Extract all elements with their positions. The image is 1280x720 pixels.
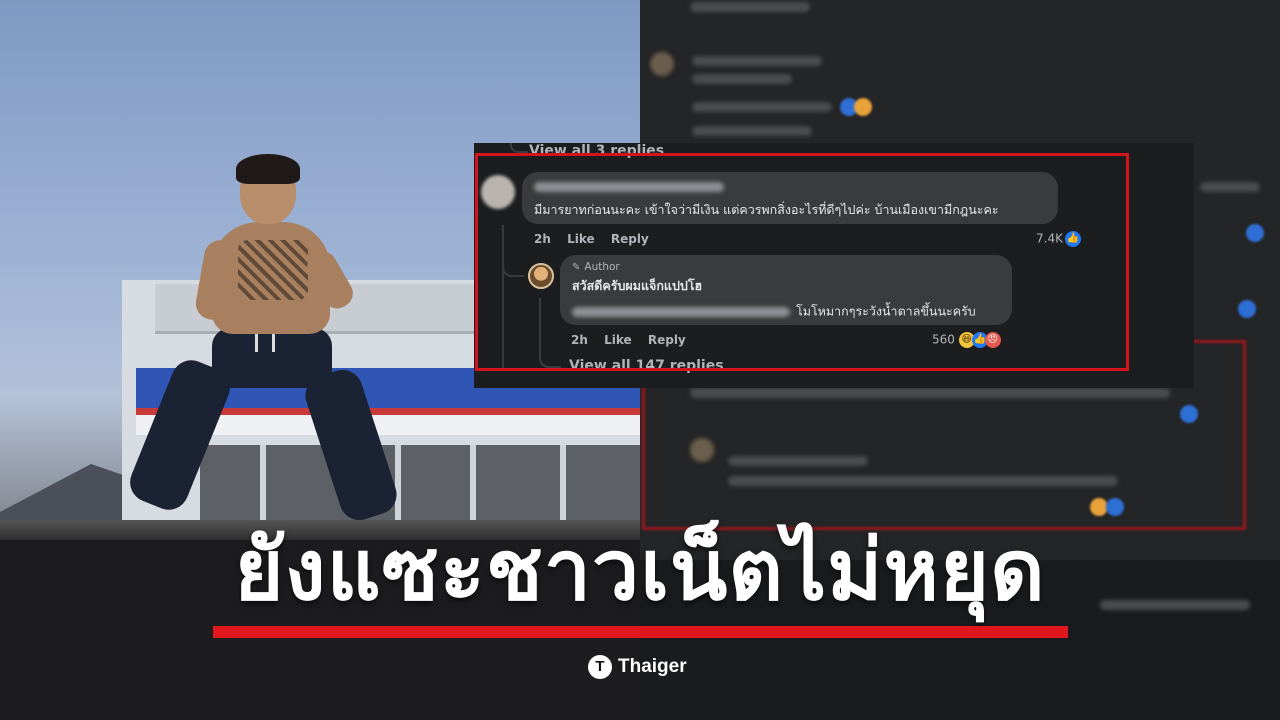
blurred-reaction [1246,224,1264,242]
blurred-text [690,2,810,12]
headline: ยังแซะชาวเน็ตไม่หยุด [234,521,1046,619]
blurred-text [692,74,792,84]
blurred-reaction [1180,405,1198,423]
blurred-text [692,126,812,136]
blurred-avatar [690,438,714,462]
blurred-reaction [1106,498,1124,516]
logo-text: Thaiger [618,656,687,677]
logo-mark-icon: T [588,655,612,679]
blurred-text [1200,182,1260,192]
blurred-text [728,476,1118,486]
thaiger-logo: T Thaiger [588,654,687,680]
blurred-avatar [650,52,674,76]
highlight-box [475,153,1129,371]
blurred-reaction [1238,300,1256,318]
blurred-text [690,388,1170,398]
person-hair [236,154,300,184]
blurred-reaction [854,98,872,116]
person-tattoo [238,240,308,300]
headline-underline [213,626,1068,638]
thread-connector [510,143,528,153]
blurred-text [692,102,832,112]
blurred-text [728,456,868,466]
blurred-text [692,56,822,66]
